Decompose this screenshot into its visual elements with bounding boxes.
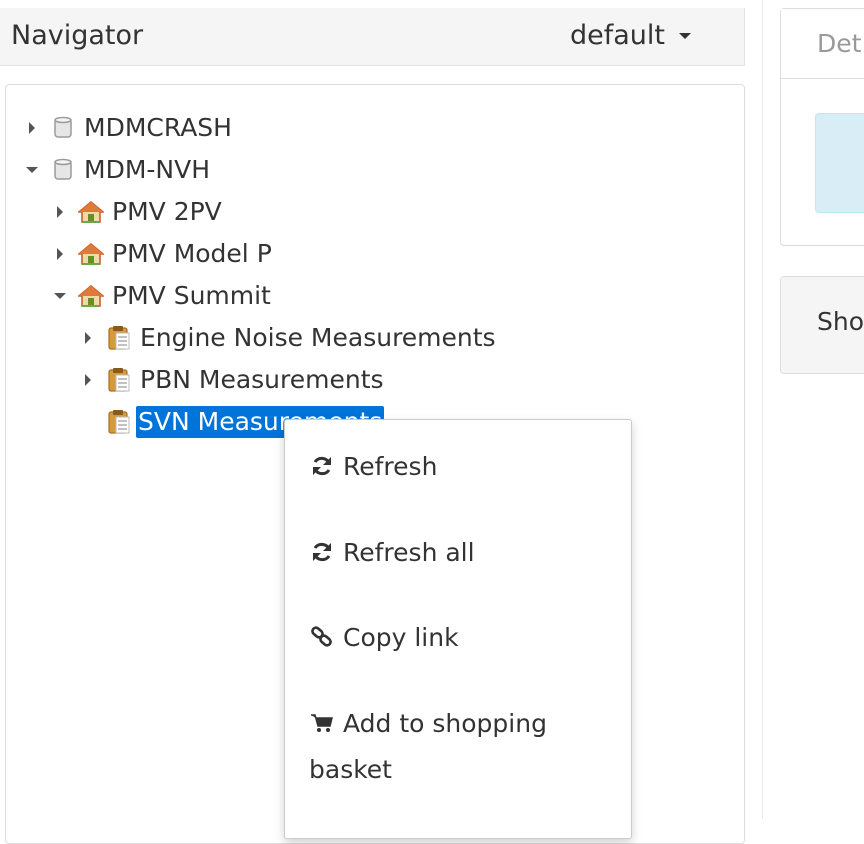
shopping-cart-icon [311,714,333,732]
expand-icon[interactable] [82,331,94,345]
tree-node-pmv-summit[interactable]: PMV Summit [54,280,273,312]
clipboard-icon [106,325,132,351]
shopping-basket-title: Sho [817,307,864,336]
details-tab[interactable]: Det [817,29,861,58]
clipboard-icon [106,367,132,393]
source-dropdown-label: default [570,20,666,51]
menu-item-label: Refresh all [343,538,475,567]
navigator-header: Navigator default [0,8,745,66]
details-panel: Det [780,8,864,246]
expand-icon[interactable] [26,121,38,135]
tree-node-mdm-nvh[interactable]: MDM-NVH [26,154,212,186]
database-icon [50,115,76,141]
menu-item-label: Copy link [343,623,459,652]
menu-item-copy-link[interactable]: Copy link [309,615,609,661]
expand-icon[interactable] [54,247,66,261]
refresh-icon [313,456,331,476]
menu-item-label: Refresh [343,452,438,481]
tree-node-label: MDMCRASH [84,113,232,142]
database-icon [50,157,76,183]
context-menu: Refresh Refresh all Copy link Add to sho… [284,419,632,839]
tree-node-label: PMV Model P [112,239,272,268]
clipboard-icon [106,409,132,435]
panel-splitter[interactable] [762,0,763,819]
menu-item-label: Add to shopping basket [309,709,547,784]
collapse-icon[interactable] [26,163,38,177]
tree-node-pmv-2pv[interactable]: PMV 2PV [54,196,224,228]
shopping-basket-panel: Sho [780,276,864,374]
house-icon [78,283,104,309]
collapse-icon[interactable] [54,289,66,303]
tree-node-label: MDM-NVH [84,155,211,184]
house-icon [78,199,104,225]
tree-node-engine-noise-measurements[interactable]: Engine Noise Measurements [82,322,498,354]
details-info-box [815,113,864,213]
tree-node-pbn-measurements[interactable]: PBN Measurements [82,364,386,396]
tree-node-pmv-model-p[interactable]: PMV Model P [54,238,274,270]
menu-item-add-to-shopping-basket[interactable]: Add to shopping basket [309,701,609,793]
caret-down-icon [679,33,692,39]
tree-node-label: PMV Summit [112,281,271,310]
tree-node-label: PMV 2PV [112,197,222,226]
menu-item-refresh[interactable]: Refresh [309,444,609,490]
tree-node-label: PBN Measurements [140,365,384,394]
source-dropdown[interactable]: default [570,20,692,52]
details-panel-header: Det [781,9,864,79]
expand-icon[interactable] [82,373,94,387]
navigator-title: Navigator [11,20,144,51]
refresh-icon [313,542,331,562]
link-icon [311,626,332,647]
tree-node-label: Engine Noise Measurements [140,323,496,352]
menu-item-refresh-all[interactable]: Refresh all [309,530,609,576]
tree-node-mdmcrash[interactable]: MDMCRASH [26,112,234,144]
house-icon [78,241,104,267]
expand-icon[interactable] [54,205,66,219]
